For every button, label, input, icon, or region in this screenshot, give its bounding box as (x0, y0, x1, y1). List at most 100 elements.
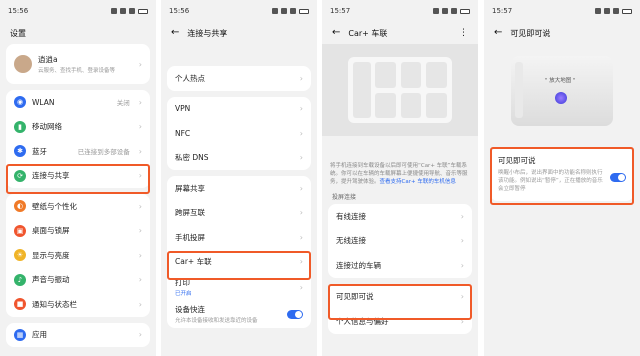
item-label: 通知与状态栏 (32, 299, 77, 309)
settings-item-apps[interactable]: ▦ 应用 › (6, 323, 150, 348)
item-label: 无线连接 (336, 236, 366, 246)
page-title: 连接与共享 (187, 28, 228, 38)
status-bar: 15:56 (161, 0, 317, 22)
chevron-right-icon: › (138, 250, 142, 260)
account-desc: 云服务、查找手机、登录设备等 (38, 68, 116, 74)
settings-item-home-lock[interactable]: ▣ 桌面与锁屏 › (6, 219, 150, 244)
account-name: 逍逍a (38, 55, 58, 64)
list-item-quick-connect[interactable]: 设备快连 允许本设备接收和发送靠近的设备 (167, 300, 311, 328)
assistant-orb-icon (555, 92, 567, 104)
item-value: 已连接到多部设备 (77, 148, 130, 157)
account-card[interactable]: 逍逍a 云服务、查找手机、登录设备等 › (6, 44, 150, 84)
chevron-right-icon: › (138, 59, 142, 69)
item-label: 显示与亮度 (32, 250, 70, 260)
connection-sharing-screen: 15:56 ← 连接与共享 个人热点 › VPN › NFC › 私密 DNS › 屏幕共… (161, 0, 317, 356)
quick-connect-toggle[interactable] (287, 309, 303, 319)
back-arrow-icon[interactable]: ← (171, 28, 179, 38)
notification-icon: ■ (14, 298, 26, 311)
page-title: Car+ 车联 (348, 28, 388, 38)
settings-item-sound[interactable]: ♪ 声音与振动 › (6, 268, 150, 293)
bluetooth-icon: ✱ (14, 145, 26, 158)
car-plus-screen: 15:57 ← Car+ 车联 ⋮ 将手机连接到车载设备以后即可使用“Car+ 车联… (322, 0, 478, 356)
item-label: 设备快连 (175, 305, 205, 314)
item-label: 私密 DNS (175, 153, 209, 163)
chevron-right-icon: › (299, 128, 303, 138)
more-icon[interactable]: ⋮ (459, 28, 468, 38)
settings-item-bluetooth[interactable]: ✱ 蓝牙 已连接到多部设备 › (6, 139, 150, 164)
chevron-right-icon: › (299, 104, 303, 114)
chevron-right-icon: › (138, 146, 142, 156)
list-item-hotspot[interactable]: 个人热点 › (167, 66, 311, 91)
item-sub: 已开启 (175, 291, 192, 297)
chevron-right-icon: › (138, 122, 142, 132)
status-icons (595, 8, 632, 14)
settings-item-notifications[interactable]: ■ 通知与状态栏 › (6, 292, 150, 317)
item-label: 有线连接 (336, 211, 366, 221)
page-title: 设置 (10, 28, 26, 38)
status-bar: 15:57 (322, 0, 478, 22)
sun-icon: ☀ (14, 249, 26, 262)
chevron-right-icon: › (460, 236, 464, 246)
chevron-right-icon: › (138, 226, 142, 236)
settings-screen: 15:56 设置 逍逍a 云服务、查找手机、登录设备等 › ◉ WLAN 关闭 › ▮ 移… (0, 0, 156, 356)
supported-cars-link[interactable]: 查看支持Car+ 车联的车机信息 (380, 179, 456, 185)
section-title: 投屏连接 (332, 194, 357, 201)
item-text: 打印 已开启 (175, 277, 192, 297)
hotspot-group: 个人热点 › (167, 66, 311, 91)
car-illustration (322, 44, 478, 136)
chevron-right-icon: › (460, 260, 464, 270)
voice-bubble: " 放大地图 " (545, 78, 576, 84)
highlight-box (490, 147, 634, 205)
chevron-right-icon: › (299, 282, 303, 292)
item-text: 设备快连 允许本设备接收和发送靠近的设备 (175, 304, 258, 324)
status-bar: 15:57 (484, 0, 640, 22)
chevron-right-icon: › (138, 275, 142, 285)
item-label: 桌面与锁屏 (32, 226, 70, 236)
list-item-wireless[interactable]: 无线连接 › (328, 229, 472, 254)
chevron-right-icon: › (460, 211, 464, 221)
chevron-right-icon: › (299, 208, 303, 218)
palette-icon: ◐ (14, 200, 26, 213)
settings-item-display[interactable]: ☀ 显示与亮度 › (6, 243, 150, 268)
item-label: 壁纸与个性化 (32, 201, 77, 211)
network-group: VPN › NFC › 私密 DNS › (167, 96, 311, 171)
car-screen-dock (353, 62, 371, 118)
apps-group: ▦ 应用 › (6, 322, 150, 348)
item-label: 连接过的车辆 (336, 260, 381, 270)
see-and-say-screen: 15:57 ← 可见即可说 " 放大地图 " 可见即可说 唤醒小布后，说出界面中的… (484, 0, 640, 356)
list-item-private-dns[interactable]: 私密 DNS › (167, 146, 311, 171)
highlight-box (167, 251, 311, 280)
item-label: 跨屏互联 (175, 208, 205, 218)
back-arrow-icon[interactable]: ← (332, 28, 340, 38)
header: ← 连接与共享 (161, 22, 317, 44)
item-label: 移动网络 (32, 122, 62, 132)
chevron-right-icon: › (138, 97, 142, 107)
apps-icon: ▦ (14, 328, 26, 341)
settings-item-mobile-network[interactable]: ▮ 移动网络 › (6, 115, 150, 140)
list-item-paired-cars[interactable]: 连接过的车辆 › (328, 253, 472, 278)
avatar (14, 55, 32, 73)
list-item-vpn[interactable]: VPN › (167, 97, 311, 122)
list-item-nfc[interactable]: NFC › (167, 121, 311, 146)
header: ← 可见即可说 (484, 22, 640, 44)
header: ← Car+ 车联 ⋮ (322, 22, 478, 44)
list-item-wired[interactable]: 有线连接 › (328, 204, 472, 229)
item-label: VPN (175, 104, 191, 114)
settings-item-wlan[interactable]: ◉ WLAN 关闭 › (6, 90, 150, 115)
list-item-screen-cast[interactable]: 手机投屏 › (167, 225, 311, 250)
back-arrow-icon[interactable]: ← (494, 28, 502, 38)
chevron-right-icon: › (299, 232, 303, 242)
list-item-cross-screen[interactable]: 跨屏互联 › (167, 201, 311, 226)
chevron-right-icon: › (138, 201, 142, 211)
highlight-box (328, 284, 472, 320)
wifi-icon: ◉ (14, 96, 26, 109)
status-time: 15:56 (8, 7, 29, 15)
status-bar: 15:56 (0, 0, 156, 22)
connect-group: 有线连接 › 无线连接 › 连接过的车辆 › (328, 204, 472, 278)
item-label: 蓝牙 (32, 146, 47, 156)
page-title: 可见即可说 (510, 28, 551, 38)
chevron-right-icon: › (299, 73, 303, 83)
settings-item-wallpaper[interactable]: ◐ 壁纸与个性化 › (6, 194, 150, 219)
list-item-screen-share[interactable]: 屏幕共享 › (167, 176, 311, 201)
item-label: 个人热点 (175, 73, 205, 83)
